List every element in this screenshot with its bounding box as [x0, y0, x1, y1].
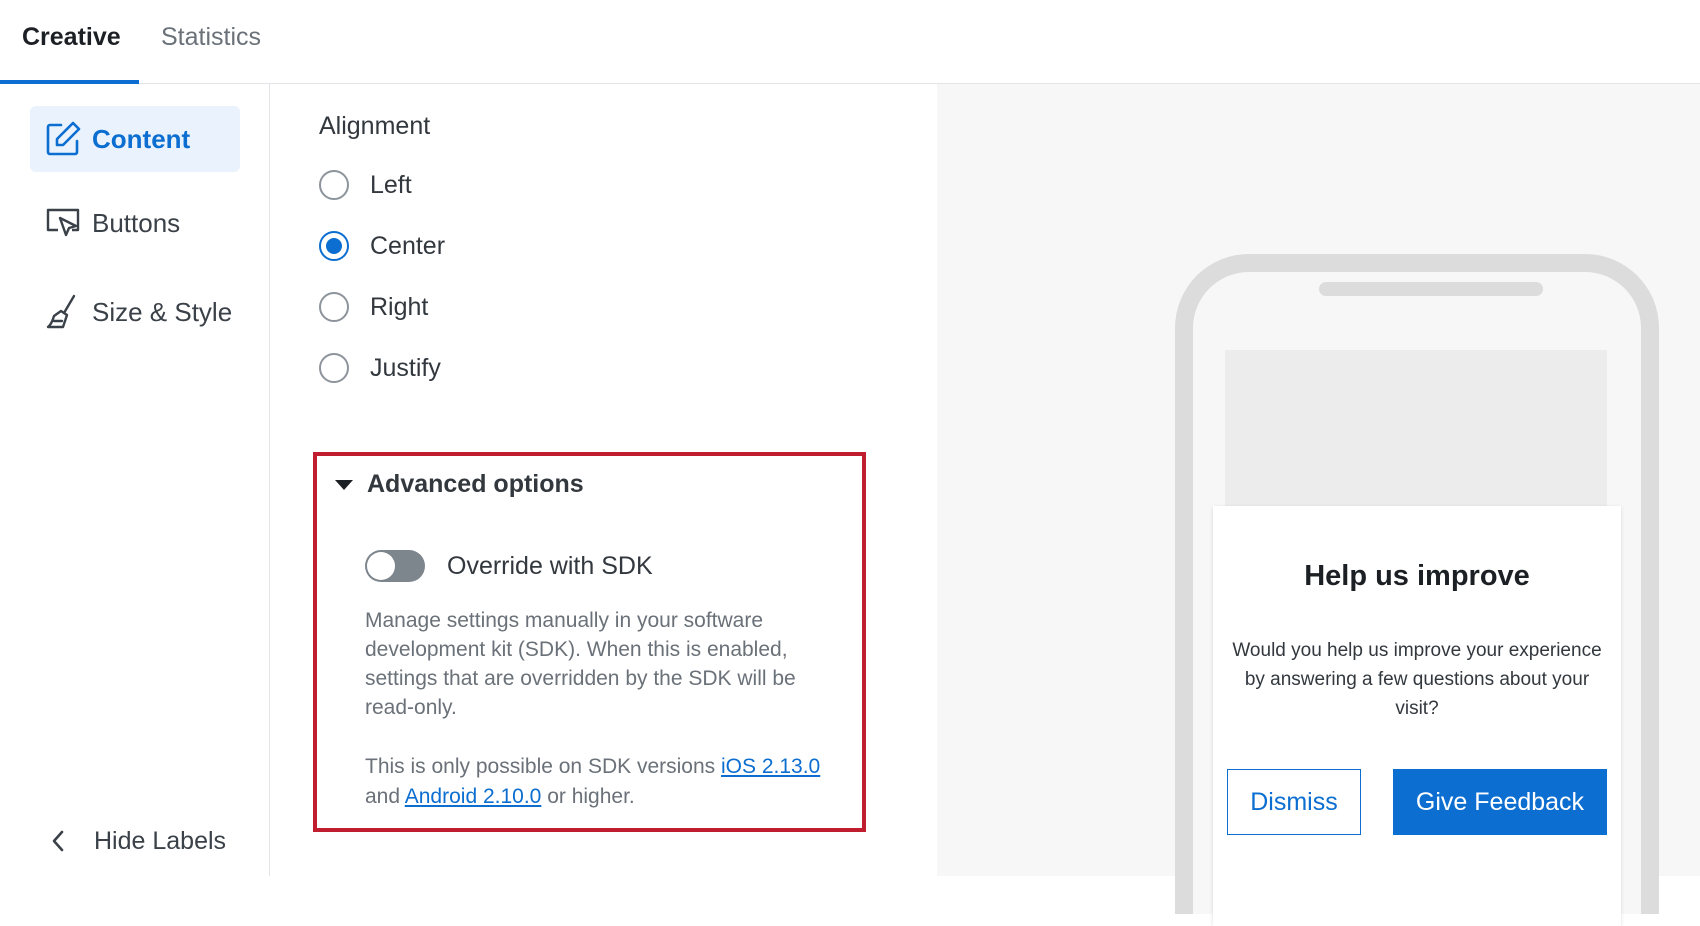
advanced-options-section: Advanced options Override with SDK Manag… — [313, 452, 866, 832]
hide-labels-button[interactable]: Hide Labels — [44, 826, 226, 856]
radio-right[interactable] — [319, 292, 349, 322]
sidebar-item-label: Size & Style — [92, 296, 233, 327]
sidebar-item-label: Content — [92, 123, 191, 154]
prompt-title: Help us improve — [1304, 560, 1530, 592]
radio-justify[interactable] — [319, 353, 349, 383]
android-version-link[interactable]: Android 2.10.0 — [405, 785, 542, 808]
phone-frame: Help us improve Would you help us improv… — [1175, 254, 1659, 926]
screen-placeholder — [1225, 350, 1607, 530]
prompt-body: Would you help us improve your experienc… — [1232, 640, 1602, 719]
sdk-version-note: This is only possible on SDK versions iO… — [365, 752, 855, 812]
override-sdk-label: Override with SDK — [447, 551, 653, 580]
chevron-left-icon — [44, 826, 74, 856]
tab-creative[interactable]: Creative — [22, 22, 121, 52]
note-prefix: This is only possible on SDK versions — [365, 755, 716, 778]
override-sdk-switch[interactable] — [365, 550, 425, 582]
alignment-option-right[interactable]: Right — [319, 292, 428, 322]
settings-panel: Alignment Left Center Right Justify Adva… — [271, 84, 937, 876]
radio-label-right: Right — [370, 292, 429, 321]
sidebar-item-size-style[interactable]: Size & Style — [30, 279, 240, 345]
switch-knob — [367, 552, 395, 580]
radio-left[interactable] — [319, 170, 349, 200]
note-suffix: or higher. — [547, 785, 635, 808]
alignment-option-justify[interactable]: Justify — [319, 353, 441, 383]
top-tab-bar: Creative Statistics — [0, 0, 1700, 84]
give-feedback-button[interactable]: Give Feedback — [1393, 769, 1607, 835]
sidebar: Content Buttons Size & Style Hide Labels — [0, 84, 270, 876]
radio-label-justify: Justify — [370, 353, 441, 382]
alignment-option-center[interactable]: Center — [319, 231, 445, 261]
radio-center[interactable] — [319, 231, 349, 261]
edit-icon — [44, 120, 82, 158]
advanced-options-title: Advanced options — [367, 470, 584, 498]
sidebar-item-buttons[interactable]: Buttons — [30, 190, 240, 256]
cursor-click-icon — [44, 204, 82, 242]
radio-label-left: Left — [370, 170, 412, 199]
hide-labels-text: Hide Labels — [94, 826, 227, 855]
phone-speaker — [1319, 282, 1543, 296]
preview-area: Help us improve Would you help us improv… — [937, 84, 1700, 926]
sidebar-item-content[interactable]: Content — [30, 106, 240, 172]
override-sdk-row: Override with SDK — [365, 550, 653, 582]
brush-icon — [44, 293, 82, 331]
dismiss-button[interactable]: Dismiss — [1227, 769, 1361, 835]
sidebar-item-label: Buttons — [92, 207, 181, 238]
alignment-heading: Alignment — [319, 112, 431, 140]
sdk-description: Manage settings manually in your softwar… — [365, 609, 796, 719]
advanced-options-toggle[interactable]: Advanced options — [335, 470, 584, 499]
ios-version-link[interactable]: iOS 2.13.0 — [721, 755, 820, 778]
feedback-prompt-card: Help us improve Would you help us improv… — [1213, 506, 1621, 926]
note-and: and — [365, 785, 401, 808]
radio-label-center: Center — [370, 231, 446, 260]
tab-statistics[interactable]: Statistics — [161, 22, 261, 52]
caret-down-icon — [335, 479, 353, 490]
alignment-option-left[interactable]: Left — [319, 170, 412, 200]
